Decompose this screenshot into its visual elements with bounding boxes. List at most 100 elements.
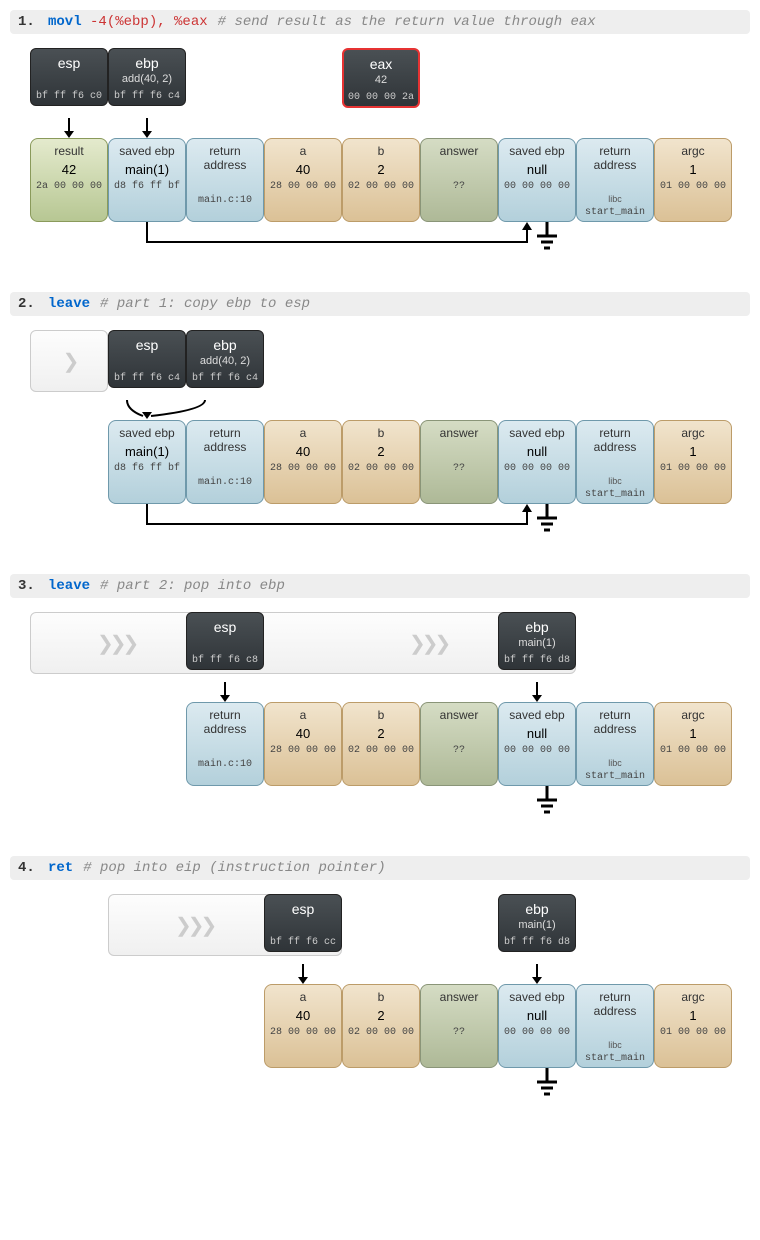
cell-hex: ?? xyxy=(423,745,495,756)
operands: -4(%ebp), %eax xyxy=(90,14,208,30)
register-name: ebp xyxy=(501,619,573,635)
cell-name: saved ebp xyxy=(111,144,183,158)
ground-icon xyxy=(537,786,577,826)
stack-row: result422a 00 00 00saved ebpmain(1)d8 f6… xyxy=(30,138,750,222)
cell-name: return xyxy=(189,426,261,440)
cell-subhex: libc xyxy=(579,194,651,204)
stack-cell: returnaddress main.c:10 xyxy=(186,420,264,504)
cell-name: return xyxy=(189,708,261,722)
cell-value xyxy=(423,1008,495,1024)
cell-hex: ?? xyxy=(423,181,495,192)
stack-cell: b202 00 00 00 xyxy=(342,138,420,222)
cell-name: saved ebp xyxy=(501,426,573,440)
cell-name: a xyxy=(267,990,339,1004)
cell-name: answer xyxy=(423,144,495,158)
register-sub xyxy=(189,637,261,651)
cell-hex: main.c:10 xyxy=(189,195,261,206)
cell-value xyxy=(189,458,261,474)
stack-cell: argc101 00 00 00 xyxy=(654,702,732,786)
stack-cell: returnaddress libcstart_main xyxy=(576,138,654,222)
register-name: esp xyxy=(111,337,183,353)
stack-cell: saved ebpmain(1)d8 f6 ff bf xyxy=(108,138,186,222)
cell-hex: 02 00 00 00 xyxy=(345,463,417,474)
cell-hex: start_main xyxy=(579,489,651,500)
register-hex: bf ff f6 c8 xyxy=(189,655,261,666)
register-ebp: ebpadd(40, 2)bf ff f6 c4 xyxy=(108,48,186,106)
stack-row: saved ebpmain(1)d8 f6 ff bfreturnaddress… xyxy=(30,420,750,504)
cell-name: saved ebp xyxy=(111,426,183,440)
cell-name: a xyxy=(267,144,339,158)
stack-cell: returnaddress main.c:10 xyxy=(186,138,264,222)
cell-hex: main.c:10 xyxy=(189,477,261,488)
register-hex: bf ff f6 cc xyxy=(267,937,339,948)
cell-value xyxy=(579,740,651,756)
cell-hex: main.c:10 xyxy=(189,759,261,770)
cell-sub: address xyxy=(189,722,261,736)
register-name: eax xyxy=(346,56,416,72)
cell-sub: address xyxy=(189,440,261,454)
cell-value: 40 xyxy=(267,444,339,460)
stack-cell: a4028 00 00 00 xyxy=(264,702,342,786)
register-sub: add(40, 2) xyxy=(111,73,183,87)
stack-cell: argc101 00 00 00 xyxy=(654,138,732,222)
cell-value: 1 xyxy=(657,1008,729,1024)
cell-hex: 00 00 00 00 xyxy=(501,463,573,474)
stack-cell: result422a 00 00 00 xyxy=(30,138,108,222)
register-sub xyxy=(111,355,183,369)
stack-cell: answer ?? xyxy=(420,420,498,504)
stack-cell: returnaddress libcstart_main xyxy=(576,984,654,1068)
chevron-icon: ❯❯❯ xyxy=(89,631,143,656)
cell-hex: d8 f6 ff bf xyxy=(111,181,183,192)
cell-name: argc xyxy=(657,990,729,1004)
cell-hex: 02 00 00 00 xyxy=(345,181,417,192)
cell-sub: address xyxy=(189,158,261,172)
cell-hex: 00 00 00 00 xyxy=(501,745,573,756)
stack-cell: answer ?? xyxy=(420,984,498,1068)
cell-hex: 28 00 00 00 xyxy=(267,1027,339,1038)
registers-row: esp bf ff f6 c0ebpadd(40, 2)bf ff f6 c4e… xyxy=(30,48,420,112)
step-number: 1. xyxy=(18,14,38,30)
stack-cell: answer ?? xyxy=(420,702,498,786)
register-sub: main(1) xyxy=(501,919,573,933)
register-sub: 42 xyxy=(346,74,416,88)
cell-value xyxy=(423,162,495,178)
cell-value xyxy=(579,458,651,474)
cell-name: a xyxy=(267,426,339,440)
cell-name: saved ebp xyxy=(501,144,573,158)
cell-value: null xyxy=(501,162,573,178)
cell-hex: 2a 00 00 00 xyxy=(33,181,105,192)
cell-value xyxy=(579,1022,651,1038)
step-header: 3.leave# part 2: pop into ebp xyxy=(10,574,750,598)
stack-cell: saved ebpnull00 00 00 00 xyxy=(498,984,576,1068)
stack-row: returnaddress main.c:10a4028 00 00 00b20… xyxy=(30,702,750,786)
step-number: 4. xyxy=(18,860,38,876)
register-eax: eax4200 00 00 2a xyxy=(342,48,420,108)
cell-sub: address xyxy=(579,1004,651,1018)
register-name: ebp xyxy=(501,901,573,917)
arrow-row xyxy=(30,682,750,700)
cell-name: b xyxy=(345,426,417,440)
arrow-down-icon xyxy=(68,118,70,136)
cell-hex: 28 00 00 00 xyxy=(267,181,339,192)
cell-value: 40 xyxy=(267,162,339,178)
cell-subhex: libc xyxy=(579,476,651,486)
register-esp: esp bf ff f6 c0 xyxy=(30,48,108,106)
cell-hex: 01 00 00 00 xyxy=(657,181,729,192)
step-header: 4.ret# pop into eip (instruction pointer… xyxy=(10,856,750,880)
cell-name: b xyxy=(345,144,417,158)
arrow-row xyxy=(30,118,750,136)
cell-value: 1 xyxy=(657,726,729,742)
step-header: 1.movl -4(%ebp), %eax# send result as th… xyxy=(10,10,750,34)
cell-hex: ?? xyxy=(423,463,495,474)
cell-value: 40 xyxy=(267,726,339,742)
register-name: ebp xyxy=(111,55,183,71)
arrow-row xyxy=(30,400,750,418)
arrow-down-icon xyxy=(146,118,148,136)
register-name: esp xyxy=(267,901,339,917)
cell-name: return xyxy=(579,144,651,158)
cell-subhex: libc xyxy=(579,758,651,768)
chevron-icon: ❯❯❯ xyxy=(167,913,221,938)
cell-name: answer xyxy=(423,708,495,722)
stack-cell: b202 00 00 00 xyxy=(342,702,420,786)
cell-value xyxy=(579,176,651,192)
